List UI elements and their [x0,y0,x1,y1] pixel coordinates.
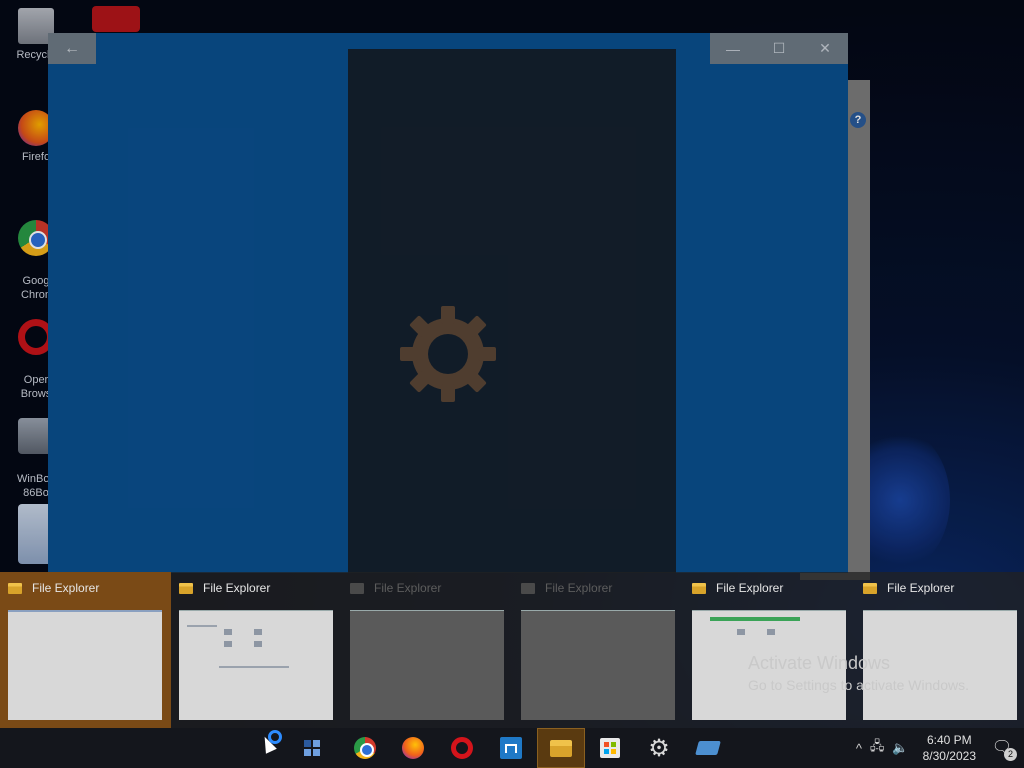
window-preview [8,610,162,720]
switcher-item[interactable]: File Explorer [684,572,855,728]
settings-icon: ⚙ [648,734,670,762]
taskbar-settings[interactable]: ⚙ [635,728,683,768]
switcher-item[interactable]: File Explorer [342,572,513,728]
chevron-up-icon[interactable]: ^ [856,741,862,756]
folder-icon [692,582,706,594]
splash-panel [348,49,676,573]
help-icon[interactable]: ? [850,112,866,128]
task-view-icon [304,740,320,756]
switcher-item[interactable]: File Explorer [0,572,171,728]
switcher-item[interactable]: File Explorer [171,572,342,728]
window-preview [521,610,675,720]
taskbar-opera[interactable] [438,728,486,768]
watermark-subtitle: Go to Settings to activate Windows. [748,677,969,693]
minimize-button[interactable]: — [710,33,756,64]
switcher-item-title: File Explorer [545,581,613,595]
progress-bar [710,617,800,621]
notification-center-button[interactable]: 🗨 2 [990,736,1017,761]
switcher-item-title: File Explorer [716,581,784,595]
switcher-item[interactable]: File Explorer [513,572,684,728]
gear-icon [400,306,496,402]
folder-icon [8,582,22,594]
folder-icon [179,582,193,594]
taskbar-firefox[interactable] [389,728,437,768]
pdf-app-icon[interactable] [92,6,140,32]
taskbar-file-explorer[interactable] [537,728,585,768]
window-controls: — ☐ ✕ [710,33,848,64]
switcher-item-title: File Explorer [374,581,442,595]
switcher-item-title: File Explorer [887,581,955,595]
task-switcher: File Explorer File Explorer File Explore… [0,572,1024,728]
network-icon[interactable]: 🖧 [870,737,885,759]
switcher-item-title: File Explorer [32,581,100,595]
activation-watermark: Activate Windows Go to Settings to activ… [748,652,969,696]
back-button[interactable]: ← [48,33,96,64]
clock[interactable]: 6:40 PM 8/30/2023 [923,732,976,764]
task-view-button[interactable] [288,728,336,768]
taskbar-store[interactable] [586,728,634,768]
winbox-icon [500,737,522,759]
taskbar: ⚙ ^ 🖧 🔈 6:40 PM 8/30/2023 🗨 2 [0,728,1024,768]
volume-icon[interactable]: 🔈 [892,740,908,756]
firefox-icon [402,737,424,759]
switcher-item[interactable]: File Explorer [855,572,1024,728]
taskbar-chrome[interactable] [341,728,389,768]
watermark-title: Activate Windows [748,653,891,673]
file-explorer-icon [550,739,572,757]
system-tray: ^ 🖧 🔈 6:40 PM 8/30/2023 🗨 2 [852,728,1024,768]
folder-icon [521,582,535,594]
window-preview [179,610,333,720]
folder-icon [350,582,364,594]
notification-badge: 2 [1004,748,1017,761]
taskbar-winbox[interactable] [487,728,535,768]
folder-icon [863,582,877,594]
window-preview [350,610,504,720]
settings-window[interactable]: ← — ☐ ✕ [48,33,848,573]
switcher-item-title: File Explorer [203,581,271,595]
misc-app-icon [695,741,721,755]
back-arrow-icon: ← [64,39,80,57]
taskbar-misc-app[interactable] [684,728,732,768]
store-icon [600,738,620,758]
close-button[interactable]: ✕ [802,33,848,64]
clock-date: 8/30/2023 [922,749,976,763]
maximize-button[interactable]: ☐ [756,33,802,64]
opera-icon [451,737,473,759]
clock-time: 6:40 PM [926,733,972,747]
chrome-icon [354,737,376,759]
